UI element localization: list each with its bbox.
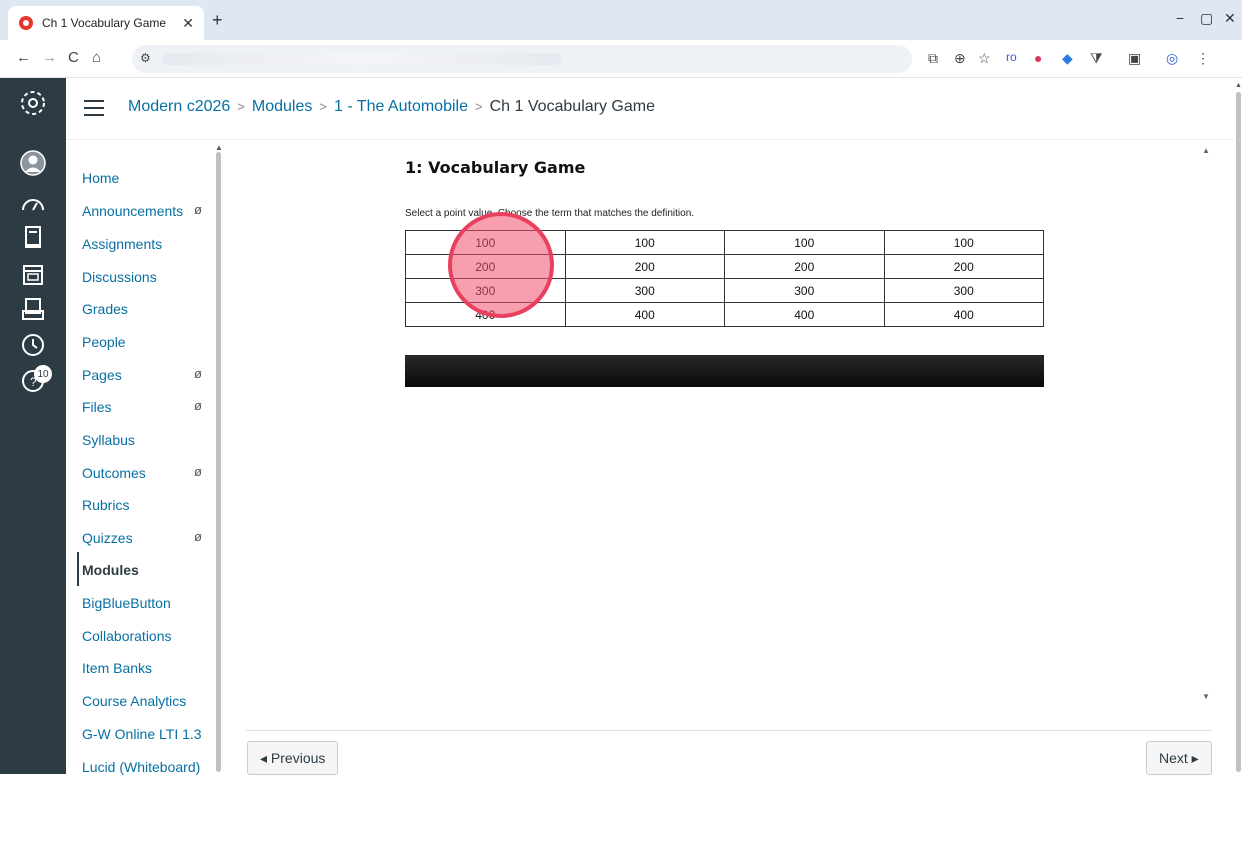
hidden-eye-icon: ø: [194, 464, 202, 479]
point-cell[interactable]: 100: [883, 230, 1044, 255]
home-icon[interactable]: ⌂: [92, 49, 101, 66]
site-info-icon[interactable]: ⚙: [140, 51, 151, 65]
point-cell[interactable]: 400: [564, 302, 725, 327]
point-cell[interactable]: 200: [564, 254, 725, 279]
hidden-eye-icon: ø: [194, 398, 202, 413]
reading-list-icon[interactable]: ▣: [1128, 50, 1141, 67]
point-cell[interactable]: 200: [724, 254, 885, 279]
course-navigation: Home Announcements ø Assignments Discuss…: [66, 140, 226, 775]
browser-toolbar: ← → C ⌂ ⚙ ⧉ ⊕ ☆ ro ● ◆ ⧩ ▣ ◎ ⋮: [0, 40, 1242, 78]
menu-kebab-icon[interactable]: ⋮: [1196, 50, 1210, 67]
active-indicator: [77, 552, 79, 586]
frame-scroll-up-icon[interactable]: ▲: [1202, 146, 1210, 155]
extension-red-icon[interactable]: ●: [1034, 50, 1042, 66]
address-bar[interactable]: ⚙: [132, 45, 912, 73]
point-cell[interactable]: 400: [883, 302, 1044, 327]
breadcrumb: Modern c2026 > Modules >1 - The Automobile >…: [128, 98, 655, 116]
course-nav-pages[interactable]: Pages: [82, 367, 122, 383]
course-nav-course-analytics[interactable]: Course Analytics: [82, 693, 186, 709]
profile-icon[interactable]: ◎: [1166, 50, 1178, 67]
page-scroll-up-icon[interactable]: ▲: [1235, 82, 1242, 89]
course-nav-files[interactable]: Files: [82, 399, 112, 415]
browser-tab[interactable]: Ch 1 Vocabulary Game ✕: [8, 6, 204, 40]
reload-icon[interactable]: C: [68, 49, 79, 66]
course-nav-collaborations[interactable]: Collaborations: [82, 628, 172, 644]
point-cell[interactable]: 100: [724, 230, 885, 255]
breadcrumb-modules[interactable]: Modules: [252, 98, 312, 115]
page-scrollbar[interactable]: [1236, 92, 1241, 772]
zoom-icon[interactable]: ⊕: [954, 50, 966, 67]
maximize-icon[interactable]: ▢: [1200, 10, 1213, 27]
course-nav-modules[interactable]: Modules: [82, 562, 139, 578]
footer-divider: [246, 730, 1212, 731]
course-nav-discussions[interactable]: Discussions: [82, 269, 157, 285]
point-cell[interactable]: 200: [883, 254, 1044, 279]
course-nav-assignments[interactable]: Assignments: [82, 236, 162, 252]
account-avatar-icon[interactable]: [20, 150, 46, 176]
courses-icon[interactable]: [20, 224, 46, 250]
course-nav-home[interactable]: Home: [82, 170, 119, 186]
back-icon[interactable]: ←: [16, 49, 31, 66]
course-nav-gw-online[interactable]: G-W Online LTI 1.3: [82, 726, 202, 742]
dashboard-icon[interactable]: [20, 192, 46, 218]
browser-tab-strip: Ch 1 Vocabulary Game ✕ + − ▢ ✕: [0, 0, 1242, 40]
point-cell[interactable]: 300: [883, 278, 1044, 303]
hidden-eye-icon: ø: [194, 529, 202, 544]
tab-title: Ch 1 Vocabulary Game: [42, 16, 167, 30]
url-text: [162, 53, 562, 65]
breadcrumb-separator: >: [474, 99, 483, 114]
game-instructions: Select a point value. Choose the term th…: [405, 208, 695, 219]
new-tab-button[interactable]: +: [212, 10, 223, 31]
breadcrumb-bar: Modern c2026 > Modules >1 - The Automobile >…: [66, 78, 1234, 140]
bookmark-star-icon[interactable]: ☆: [978, 50, 991, 67]
point-cell[interactable]: 300: [724, 278, 885, 303]
breadcrumb-course[interactable]: Modern c2026: [128, 98, 230, 115]
course-nav-lucid[interactable]: Lucid (Whiteboard): [82, 759, 200, 775]
game-status-bar: [405, 355, 1044, 387]
course-nav-grades[interactable]: Grades: [82, 301, 128, 317]
extension-ro-icon[interactable]: ro: [1006, 50, 1017, 64]
point-cell[interactable]: 100: [564, 230, 725, 255]
course-nav-bigbluebutton[interactable]: BigBlueButton: [82, 595, 171, 611]
next-button[interactable]: Next ▸: [1146, 741, 1212, 775]
forward-icon[interactable]: →: [42, 49, 57, 66]
collapse-nav-icon[interactable]: →|: [20, 828, 43, 849]
cast-icon[interactable]: ⧉: [928, 50, 938, 67]
canvas-favicon-icon: [19, 16, 33, 30]
canvas-logo-icon[interactable]: [20, 90, 46, 116]
breadcrumb-module[interactable]: 1 - The Automobile: [334, 98, 468, 115]
breadcrumb-current-page: Ch 1 Vocabulary Game: [489, 98, 655, 115]
hidden-eye-icon: ø: [194, 366, 202, 381]
course-nav-syllabus[interactable]: Syllabus: [82, 432, 135, 448]
breadcrumb-separator: >: [237, 99, 245, 114]
course-nav-scrollbar[interactable]: [216, 152, 221, 772]
global-navigation: ? 10 →|: [0, 78, 66, 848]
point-cell[interactable]: 300: [564, 278, 725, 303]
point-cell[interactable]: 400: [724, 302, 885, 327]
course-nav-announcements[interactable]: Announcements: [82, 203, 183, 219]
window-close-icon[interactable]: ✕: [1224, 10, 1236, 27]
game-title: 1: Vocabulary Game: [405, 158, 586, 177]
history-clock-icon[interactable]: [20, 332, 46, 358]
course-nav-rubrics[interactable]: Rubrics: [82, 497, 129, 513]
course-nav-item-banks[interactable]: Item Banks: [82, 660, 152, 676]
minimize-icon[interactable]: −: [1176, 10, 1184, 26]
extension-blue-icon[interactable]: ◆: [1062, 50, 1073, 67]
frame-scroll-down-icon[interactable]: ▼: [1202, 692, 1210, 701]
click-highlight-indicator: [448, 212, 554, 318]
scroll-up-arrow-icon[interactable]: ▲: [215, 143, 223, 152]
extensions-puzzle-icon[interactable]: ⧩: [1090, 50, 1103, 67]
previous-button[interactable]: ◂ Previous: [247, 741, 339, 775]
hamburger-menu-icon[interactable]: [84, 100, 104, 116]
game-frame: 1: Vocabulary Game Select a point value.…: [240, 140, 1212, 730]
course-nav-quizzes[interactable]: Quizzes: [82, 530, 133, 546]
inbox-icon[interactable]: [20, 296, 46, 322]
calendar-icon[interactable]: [20, 262, 46, 288]
hidden-eye-icon: ø: [194, 202, 202, 217]
tab-close-icon[interactable]: ✕: [182, 15, 194, 32]
course-nav-people[interactable]: People: [82, 334, 126, 350]
breadcrumb-separator: >: [319, 99, 327, 114]
help-badge-count: 10: [34, 365, 52, 383]
course-nav-outcomes[interactable]: Outcomes: [82, 465, 146, 481]
